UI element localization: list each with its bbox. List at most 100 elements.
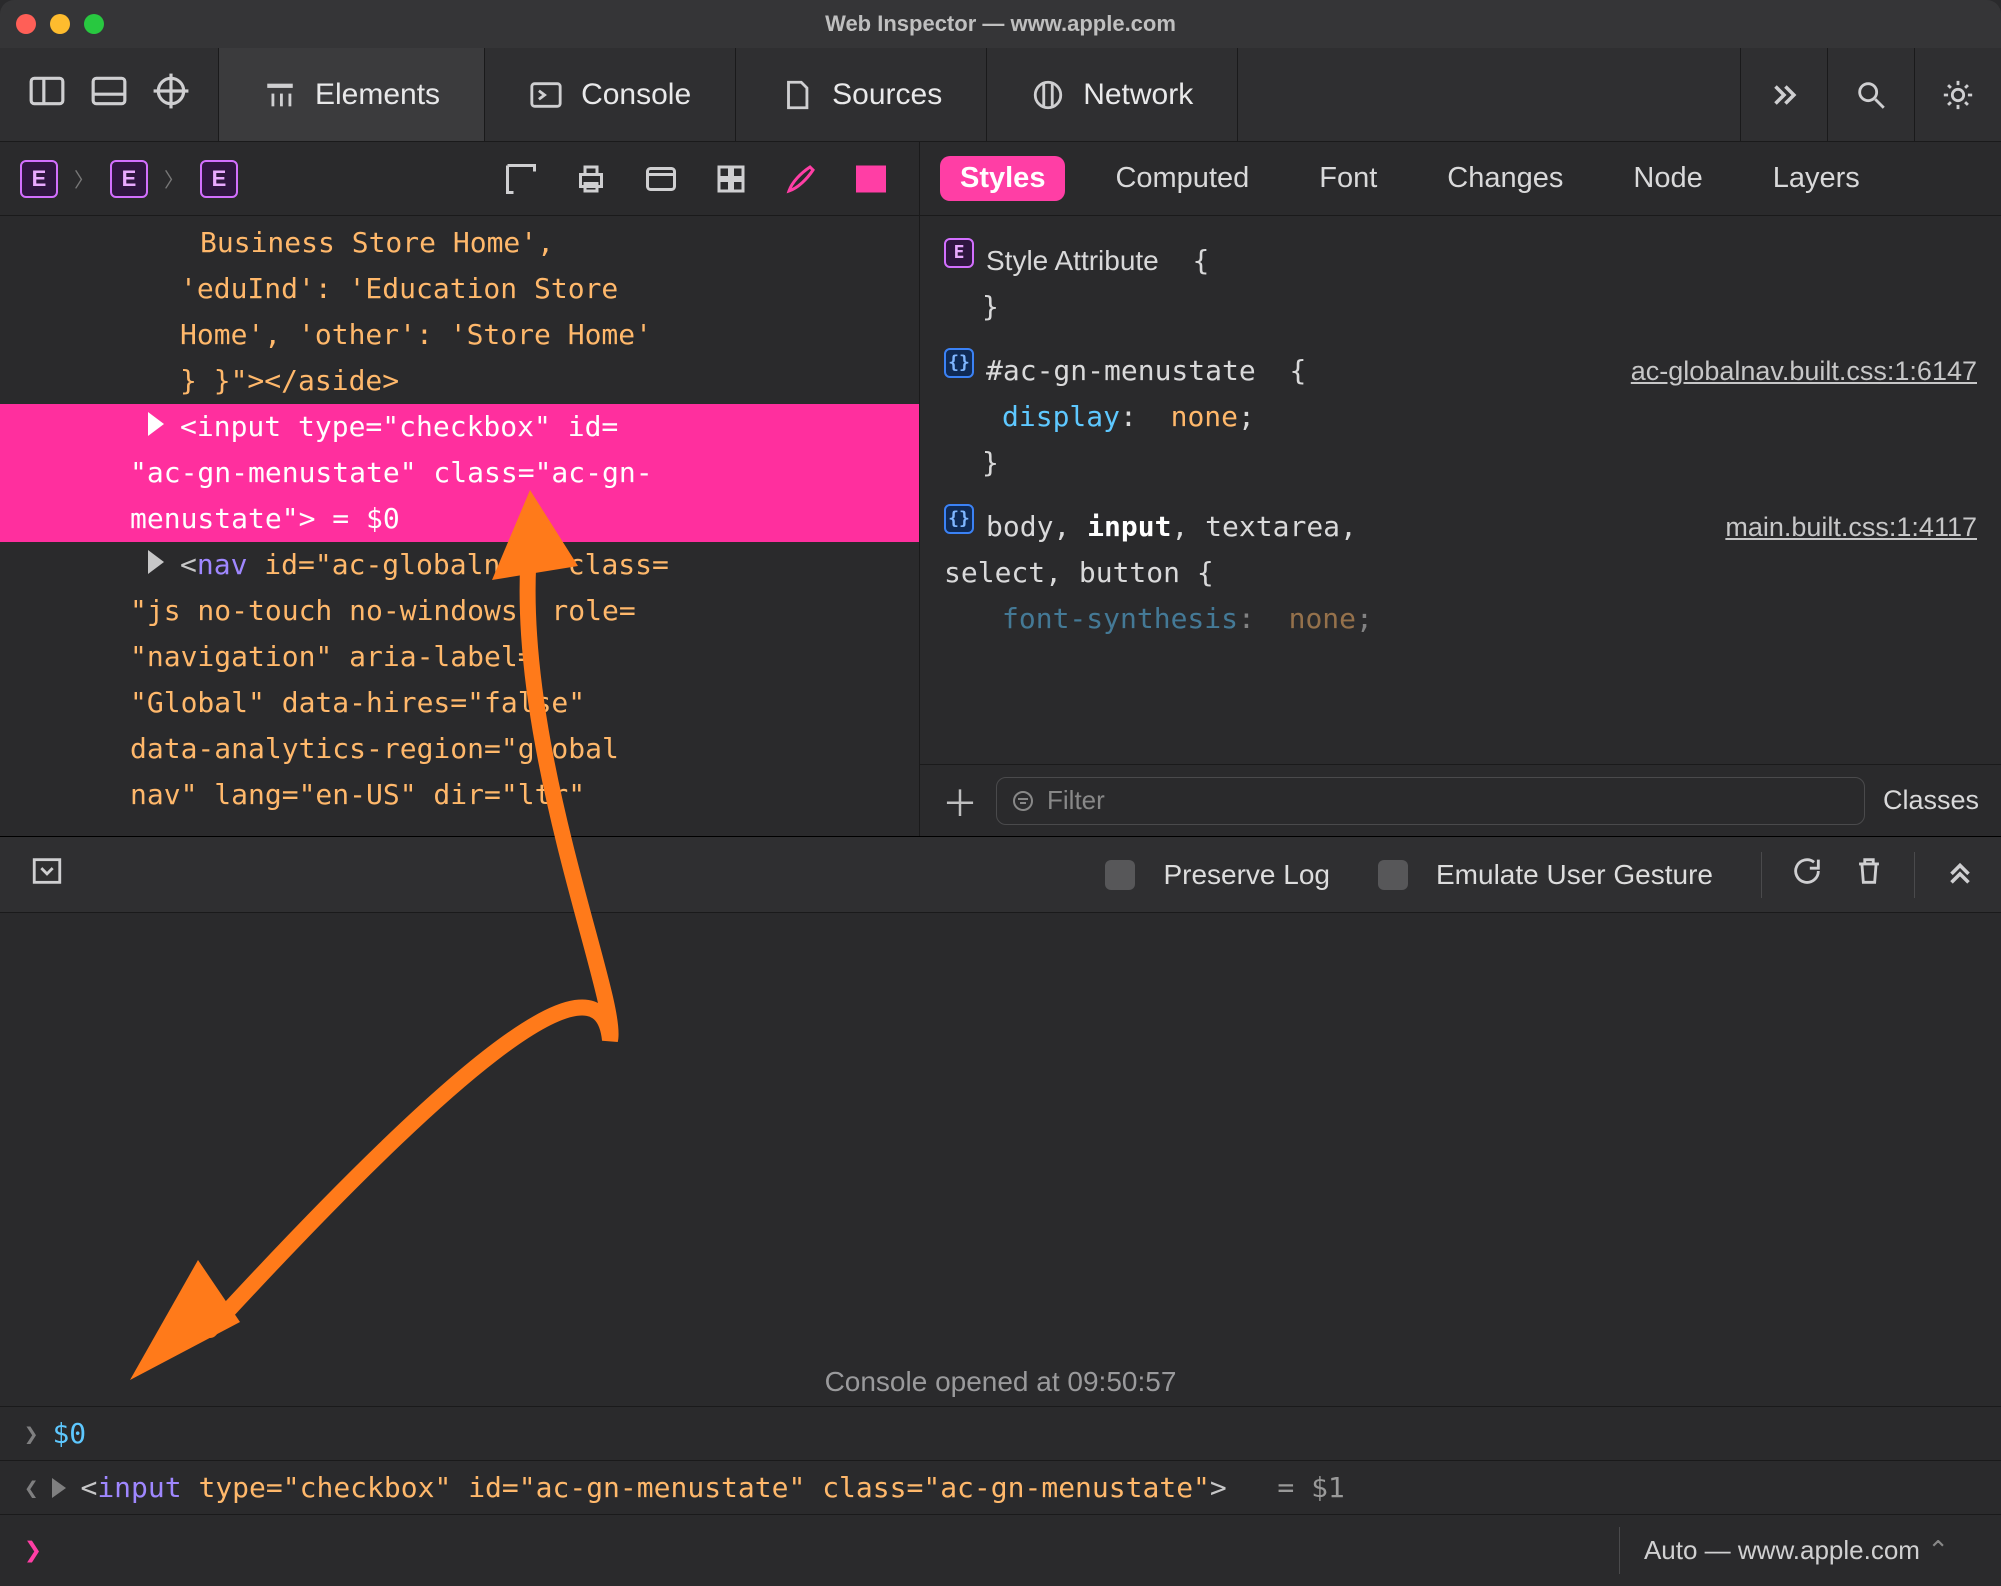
settings-button[interactable] bbox=[1914, 48, 2001, 141]
search-icon bbox=[1854, 78, 1888, 112]
tab-elements[interactable]: Elements bbox=[219, 48, 485, 141]
styles-filter-input[interactable]: Filter bbox=[996, 777, 1865, 825]
console-history-entry[interactable]: ❯ $0 bbox=[0, 1406, 2001, 1460]
dom-selected-row[interactable]: "ac-gn-menustate" class="ac-gn- bbox=[0, 450, 919, 496]
console-icon bbox=[529, 78, 563, 112]
console-context-picker[interactable]: Auto — www.apple.com ⌃ bbox=[1619, 1527, 1977, 1574]
elements-icon bbox=[263, 78, 297, 112]
tab-sources-label: Sources bbox=[832, 78, 942, 112]
console-opened-message: Console opened at 09:50:57 bbox=[0, 913, 2001, 1406]
dom-line[interactable]: } }"></aside> bbox=[0, 358, 919, 404]
brush-icon[interactable] bbox=[783, 161, 819, 197]
dom-line[interactable]: <nav id="ac-globalnav" class= bbox=[0, 542, 919, 588]
tab-node[interactable]: Node bbox=[1613, 156, 1722, 201]
classes-button[interactable]: Classes bbox=[1883, 785, 1979, 816]
ruler-icon[interactable] bbox=[503, 161, 539, 197]
print-icon[interactable] bbox=[573, 161, 609, 197]
dom-line[interactable]: Home', 'other': 'Store Home' bbox=[0, 312, 919, 358]
main-tabbar: Elements Console Sources Network bbox=[0, 48, 2001, 142]
chevron-down-box-icon bbox=[30, 854, 64, 888]
tab-layers[interactable]: Layers bbox=[1753, 156, 1880, 201]
dom-line[interactable]: "js no-touch no-windows" role= bbox=[0, 588, 919, 634]
disclosure-triangle-icon[interactable] bbox=[52, 1478, 66, 1498]
styles-panel[interactable]: E Style Attribute { } {} #ac-gn-menustat… bbox=[920, 216, 2001, 764]
search-button[interactable] bbox=[1827, 48, 1914, 141]
css-value[interactable]: none bbox=[1171, 400, 1238, 433]
target-icon[interactable] bbox=[152, 72, 190, 117]
element-badge-icon: E bbox=[944, 238, 974, 268]
prompt-icon: ❯ bbox=[24, 1420, 38, 1448]
breadcrumb-html[interactable]: E bbox=[20, 160, 58, 198]
console-scope-button[interactable] bbox=[30, 854, 64, 895]
tab-network[interactable]: Network bbox=[987, 48, 1238, 141]
console-prompt[interactable]: ❯ Auto — www.apple.com ⌃ bbox=[0, 1514, 2001, 1586]
divider bbox=[1914, 852, 1915, 898]
trash-icon bbox=[1852, 854, 1886, 888]
console-input-value: $0 bbox=[52, 1417, 86, 1450]
emulate-gesture-label: Emulate User Gesture bbox=[1436, 859, 1713, 891]
dom-tree[interactable]: Business Store Home', 'eduInd': 'Educati… bbox=[0, 216, 919, 836]
css-source-link[interactable]: main.built.css:1:4117 bbox=[1725, 504, 1977, 550]
dom-selected-row[interactable]: menustate"> = $0 bbox=[0, 496, 919, 542]
chevrons-up-icon bbox=[1943, 854, 1977, 888]
preserve-log-label: Preserve Log bbox=[1163, 859, 1330, 891]
dom-line[interactable]: data-analytics-region="global bbox=[0, 726, 919, 772]
css-property[interactable]: display bbox=[1002, 400, 1120, 433]
tab-styles[interactable]: Styles bbox=[940, 156, 1065, 201]
grid-icon[interactable] bbox=[713, 161, 749, 197]
tab-network-label: Network bbox=[1083, 78, 1193, 112]
dom-line[interactable]: Business Store Home', bbox=[0, 220, 919, 266]
tab-font[interactable]: Font bbox=[1299, 156, 1397, 201]
dom-selected-row[interactable]: <input type="checkbox" id= bbox=[0, 404, 919, 450]
prompt-icon: ❯ bbox=[24, 1533, 42, 1568]
filter-icon bbox=[1011, 789, 1035, 813]
dom-line[interactable]: nav" lang="en-US" dir="ltr" bbox=[0, 772, 919, 818]
chevron-right-icon: 〉 bbox=[74, 164, 94, 193]
console-panel: Preserve Log Emulate User Gesture Consol… bbox=[0, 836, 2001, 1586]
collapse-button[interactable] bbox=[1943, 854, 1977, 895]
sidepanel-tabs: Styles Computed Font Changes Node Layers bbox=[920, 142, 2001, 216]
css-rule[interactable]: {} #ac-gn-menustate { ac-globalnav.built… bbox=[944, 348, 1977, 486]
dom-line[interactable]: "navigation" aria-label= bbox=[0, 634, 919, 680]
window-title: Web Inspector — www.apple.com bbox=[0, 11, 2001, 37]
stylesheet-badge-icon: {} bbox=[944, 348, 974, 378]
stylesheet-badge-icon: {} bbox=[944, 504, 974, 534]
tab-console-label: Console bbox=[581, 78, 691, 112]
dom-breadcrumb-toolbar: E 〉 E 〉 E bbox=[0, 142, 919, 216]
style-attribute-block[interactable]: E Style Attribute { } bbox=[944, 238, 1977, 330]
breadcrumb-body[interactable]: E bbox=[110, 160, 148, 198]
dom-line[interactable]: 'eduInd': 'Education Store bbox=[0, 266, 919, 312]
breadcrumb-selected[interactable]: E bbox=[200, 160, 238, 198]
dom-line[interactable]: "Global" data-hires="false" bbox=[0, 680, 919, 726]
css-source-link[interactable]: ac-globalnav.built.css:1:6147 bbox=[1631, 348, 1977, 394]
window-minimize-button[interactable] bbox=[50, 14, 70, 34]
tab-sources[interactable]: Sources bbox=[736, 48, 987, 141]
bottom-dock-icon[interactable] bbox=[90, 72, 128, 117]
gear-icon bbox=[1941, 78, 1975, 112]
sources-icon bbox=[780, 78, 814, 112]
tab-elements-label: Elements bbox=[315, 78, 440, 112]
preserve-log-checkbox[interactable] bbox=[1105, 860, 1135, 890]
console-toolbar: Preserve Log Emulate User Gesture bbox=[0, 837, 2001, 913]
tab-changes[interactable]: Changes bbox=[1427, 156, 1583, 201]
css-rule[interactable]: {} body, input, textarea, main.built.css… bbox=[944, 504, 1977, 642]
window-close-button[interactable] bbox=[16, 14, 36, 34]
window-icon[interactable] bbox=[643, 161, 679, 197]
filter-placeholder: Filter bbox=[1047, 785, 1105, 816]
add-rule-button[interactable]: ＋ bbox=[942, 775, 978, 827]
clear-console-button[interactable] bbox=[1852, 854, 1886, 895]
network-icon bbox=[1031, 78, 1065, 112]
tab-console[interactable]: Console bbox=[485, 48, 736, 141]
chevron-right-icon: 〉 bbox=[164, 164, 184, 193]
window-zoom-button[interactable] bbox=[84, 14, 104, 34]
sidebar-toggle-icon[interactable] bbox=[28, 72, 66, 117]
emulate-gesture-checkbox[interactable] bbox=[1378, 860, 1408, 890]
reload-button[interactable] bbox=[1790, 854, 1824, 895]
tab-computed[interactable]: Computed bbox=[1095, 156, 1269, 201]
console-result-entry[interactable]: ❮ <input type="checkbox" id="ac-gn-menus… bbox=[0, 1460, 2001, 1514]
divider bbox=[1761, 852, 1762, 898]
panel-right-icon[interactable] bbox=[853, 161, 889, 197]
window-titlebar: Web Inspector — www.apple.com bbox=[0, 0, 2001, 48]
overflow-button[interactable] bbox=[1740, 48, 1827, 141]
chevrons-right-icon bbox=[1767, 78, 1801, 112]
